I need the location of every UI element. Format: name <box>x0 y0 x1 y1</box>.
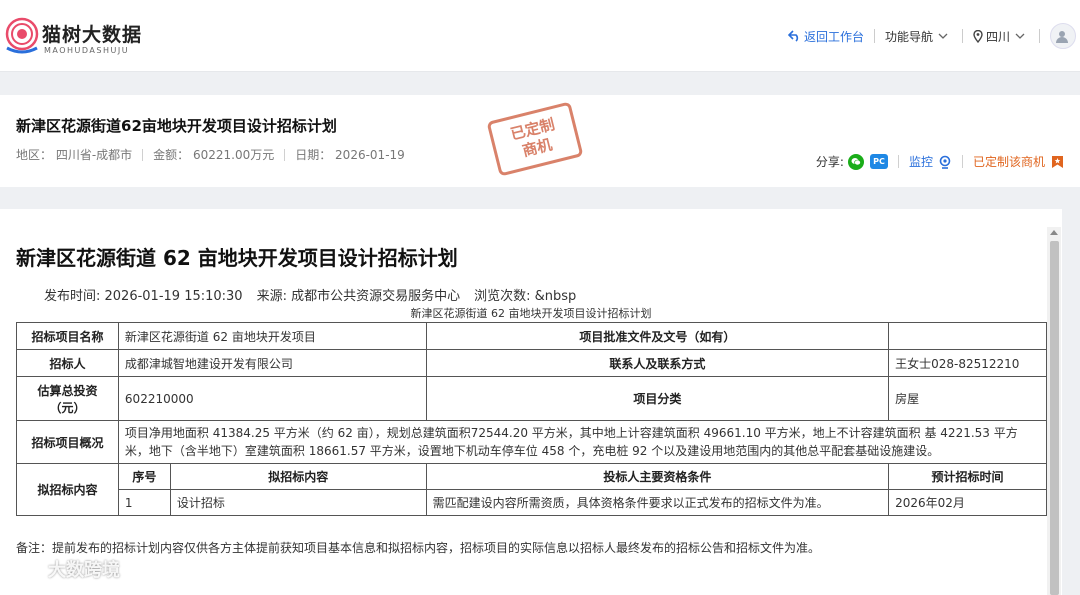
table-header: 预计招标时间 <box>888 463 1047 490</box>
table-caption: 新津区花源街道 62 亩地块开发项目设计招标计划 <box>410 307 652 320</box>
region-label: 四川 <box>985 29 1010 44</box>
customized-label: 已定制该商机 <box>972 155 1045 169</box>
table-cell: 2026年02月 <box>888 489 1047 516</box>
table-cell: 成都津城智地建设开发有限公司 <box>117 349 427 377</box>
summary-amount: 金额： 60221.00万元 <box>153 148 275 162</box>
summary-date: 日期： 2026-01-19 <box>295 148 405 162</box>
table-label: 联系人及联系方式 <box>425 349 890 377</box>
remark-note: 备注：提前发布的招标计划内容仅供各方主体提前获知项目基本信息和拟招标内容，招标项… <box>16 541 821 555</box>
table-row: 招标项目概况 项目净用地面积 41384.25 平方米（约 62 亩），规划总建… <box>16 420 1048 464</box>
share-label: 分享: <box>815 155 844 169</box>
chevron-down-icon <box>938 33 948 39</box>
table-header: 拟招标内容 <box>169 463 427 490</box>
table-cell: 1 <box>117 489 171 516</box>
table-row: 招标项目名称 新津区花源街道 62 亩地块开发项目 项目批准文件及文号（如有） <box>16 322 1047 350</box>
table-row: 1 设计招标 需匹配建设内容所需资质，具体资格条件要求以正式发布的招标文件为准。… <box>17 489 1047 516</box>
table-cell: 设计招标 <box>169 489 427 516</box>
table-cell: 房屋 <box>888 376 1047 421</box>
view-count: 浏览次数: &nbsp <box>474 289 577 304</box>
top-nav: 返回工作台 功能导航 四川 <box>778 22 1080 50</box>
monitor-button[interactable]: 监控 <box>909 153 952 170</box>
top-bar: 猫树大数据 MAOHUDASHUJU 返回工作台 功能导航 四川 <box>0 0 1080 72</box>
table-cell: 王女士028-82512210 <box>888 349 1047 377</box>
opportunity-summary: 新津区花源街道62亩地块开发项目设计招标计划 地区： 四川省-成都市 金额： 6… <box>0 95 1080 187</box>
return-icon <box>787 30 799 42</box>
monitor-label: 监控 <box>908 155 933 169</box>
logo-text: 猫树大数据 <box>42 24 143 46</box>
table-label: 拟招标内容 <box>16 463 119 516</box>
function-nav-dropdown[interactable]: 功能导航 <box>875 28 962 44</box>
user-menu[interactable] <box>1040 23 1080 49</box>
watermark: 大数跨境 <box>8 556 120 582</box>
watermark-logo-icon <box>9 562 41 576</box>
table-cell: 新津区花源街道 62 亩地块开发项目 <box>117 322 427 350</box>
customized-opportunity-button[interactable]: 已定制该商机 <box>973 153 1064 170</box>
scrollbar[interactable] <box>1047 227 1061 595</box>
table-label: 招标项目概况 <box>16 420 119 464</box>
table-row: 拟招标内容 序号 拟招标内容 投标人主要资格条件 预计招标时间 <box>16 463 1047 516</box>
divider <box>142 148 144 161</box>
table-label: 项目批准文件及文号（如有） <box>425 322 890 350</box>
table-cell: 602210000 <box>117 376 427 421</box>
chevron-down-icon <box>1015 33 1025 39</box>
back-to-workbench-link[interactable]: 返回工作台 <box>778 28 874 44</box>
user-icon <box>1055 31 1068 43</box>
avatar[interactable] <box>1050 23 1076 49</box>
wechat-share-icon[interactable] <box>847 153 864 170</box>
table-header: 投标人主要资格条件 <box>425 463 890 490</box>
divider <box>897 155 899 168</box>
table-label: 估算总投资（元） <box>16 376 119 421</box>
scroll-up-arrow-icon[interactable] <box>1050 230 1058 235</box>
function-nav-label: 功能导航 <box>884 29 933 44</box>
location-pin-icon <box>973 29 983 43</box>
summary-title: 新津区花源街道62亩地块开发项目设计招标计划 <box>16 117 337 135</box>
summary-meta: 地区： 四川省-成都市 金额： 60221.00万元 日期： 2026-01-1… <box>16 146 405 163</box>
table-header: 序号 <box>117 463 171 490</box>
table-cell: 需匹配建设内容所需资质，具体资格条件要求以正式发布的招标文件为准。 <box>425 489 890 516</box>
table-label: 招标人 <box>16 349 119 377</box>
scrollbar-thumb[interactable] <box>1050 241 1059 595</box>
table-label: 项目分类 <box>425 376 890 421</box>
table-cell <box>888 322 1047 350</box>
logo-subtext: MAOHUDASHUJU <box>44 46 130 55</box>
region-dropdown[interactable]: 四川 <box>963 28 1039 44</box>
table-label: 招标项目名称 <box>16 322 119 350</box>
back-label: 返回工作台 <box>803 29 864 44</box>
publish-time: 发布时间: 2026-01-19 15:10:30 <box>44 289 243 304</box>
table-row: 招标人 成都津城智地建设开发有限公司 联系人及联系方式 王女士028-82512… <box>16 349 1047 377</box>
watermark-text: 大数跨境 <box>48 560 120 581</box>
table-row: 估算总投资（元） 602210000 项目分类 房屋 <box>16 376 1047 421</box>
tender-plan-table: 招标项目名称 新津区花源街道 62 亩地块开发项目 项目批准文件及文号（如有） … <box>16 322 1048 516</box>
publish-info: 发布时间: 2026-01-19 15:10:30 来源: 成都市公共资源交易服… <box>44 285 576 304</box>
document-content: 新津区花源街道 62 亩地块开发项目设计招标计划 发布时间: 2026-01-1… <box>0 209 1062 595</box>
summary-region: 地区： 四川省-成都市 <box>16 148 133 162</box>
divider <box>284 148 286 161</box>
publish-source: 来源: 成都市公共资源交易服务中心 <box>256 289 461 304</box>
divider <box>961 155 963 168</box>
pc-share-icon[interactable]: PC <box>869 154 888 169</box>
monitor-icon <box>939 155 951 169</box>
customized-stamp: 已定制 商机 <box>486 101 584 177</box>
table-cell: 项目净用地面积 41384.25 平方米（约 62 亩），规划总建筑面积7254… <box>117 420 1048 464</box>
document-title: 新津区花源街道 62 亩地块开发项目设计招标计划 <box>16 246 458 270</box>
logo-icon[interactable] <box>4 8 40 58</box>
summary-actions: 分享: PC 监控 已定制该商机 <box>816 153 1064 170</box>
bookmark-icon <box>1052 155 1063 168</box>
